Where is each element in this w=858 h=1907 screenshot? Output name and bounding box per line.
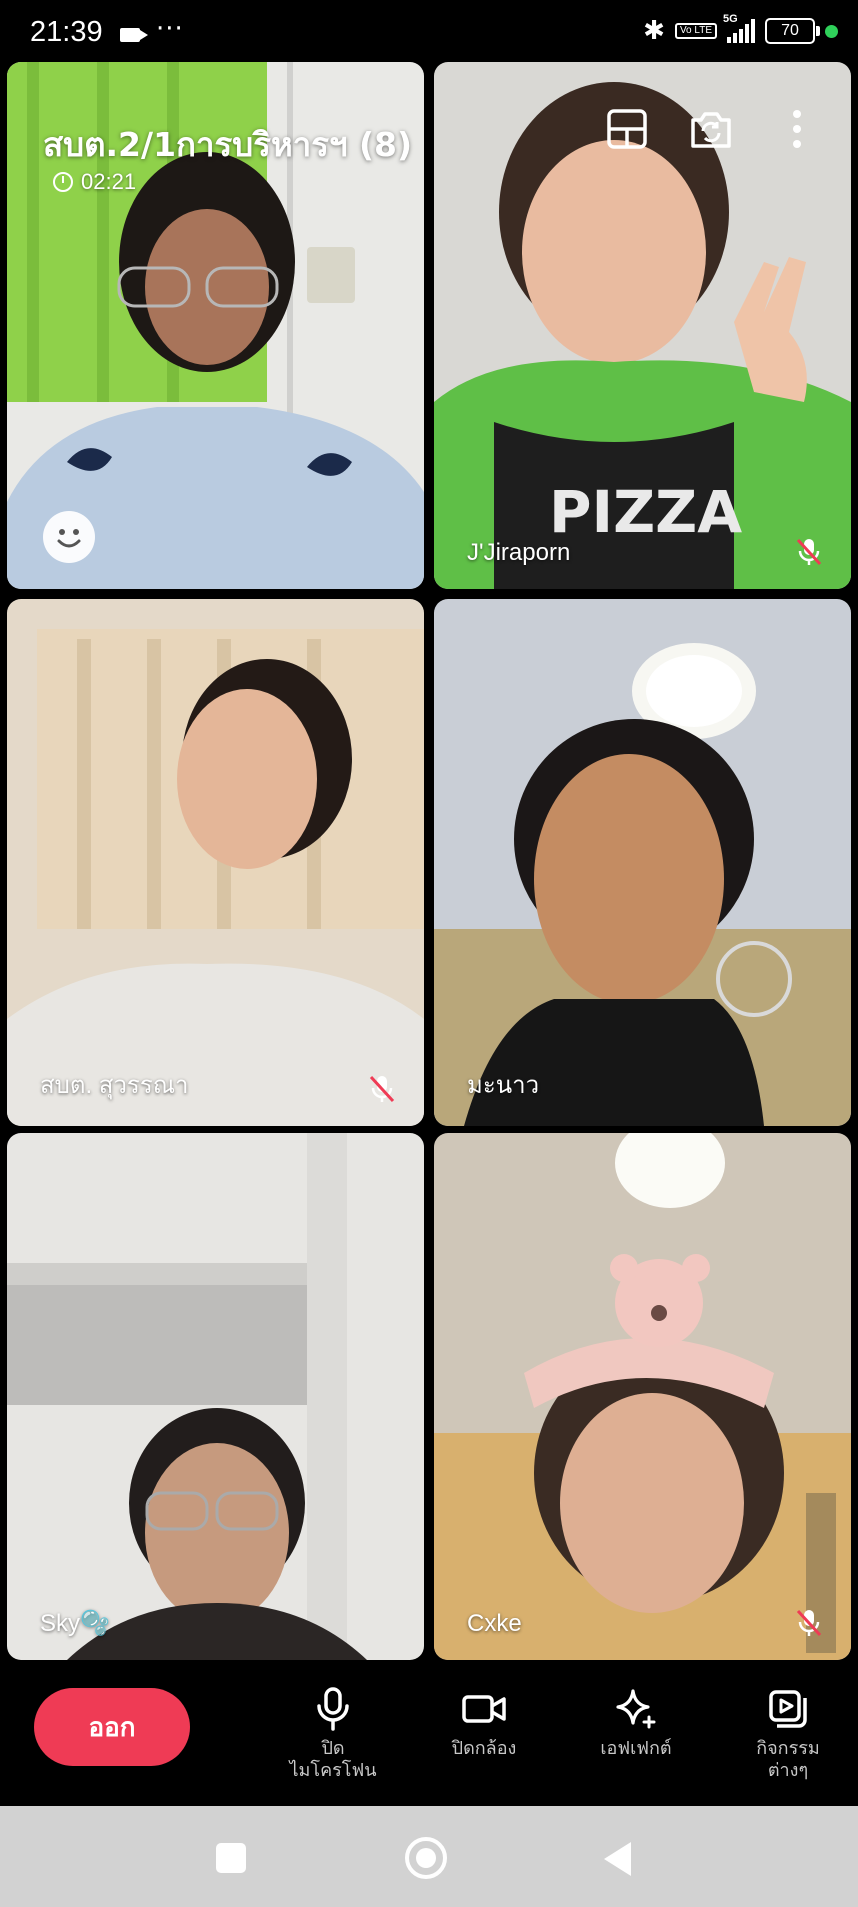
network-type: 5G <box>723 13 738 25</box>
call-duration: 02:21 <box>81 169 137 194</box>
call-timer: 02:21 <box>53 169 136 195</box>
signal-icon: 5G <box>723 13 755 43</box>
clock-icon <box>53 172 73 192</box>
participant-name: Sky🫧 <box>40 1610 110 1637</box>
mic-toggle-button[interactable]: ปิด ไมโครโฟน <box>268 1686 398 1782</box>
system-nav-bar <box>0 1806 858 1907</box>
status-bar: 21:39 ··· ✱ Vo LTE 5G 70 <box>0 0 858 62</box>
smiley-icon <box>57 529 81 548</box>
camera-toggle-button[interactable]: ปิดกล้อง <box>419 1686 549 1760</box>
participant-tile[interactable]: PIZZA J'Jiraporn <box>434 62 851 589</box>
participant-video-feed <box>434 599 851 1126</box>
participant-name: มะนาว <box>467 1072 540 1099</box>
back-button[interactable] <box>604 1842 631 1876</box>
activities-label: กิจกรรม ต่างๆ <box>756 1738 820 1781</box>
room-title: สบต.2/1การบริหารฯ (8) <box>43 125 413 164</box>
participant-tile-self[interactable]: สบต.2/1การบริหารฯ (8) 02:21 <box>7 62 424 589</box>
emoji-reaction-button[interactable] <box>43 511 95 563</box>
volte-icon: Vo LTE <box>674 23 717 39</box>
activities-icon <box>769 1690 807 1728</box>
effects-label: เอฟเฟกต์ <box>600 1738 672 1759</box>
participant-tile[interactable]: Cxke <box>434 1133 851 1660</box>
mic-muted-icon <box>369 1075 395 1103</box>
bluetooth-icon: ✱ <box>643 16 665 46</box>
participant-video-feed <box>7 1133 424 1660</box>
participant-tile[interactable]: สบต. สุวรรณา <box>7 599 424 1126</box>
participant-tile[interactable]: มะนาว <box>434 599 851 1126</box>
effects-button[interactable]: เอฟเฟกต์ <box>571 1686 701 1760</box>
svg-text:PIZZA: PIZZA <box>549 478 742 546</box>
mic-muted-icon <box>796 1609 822 1637</box>
home-button[interactable] <box>405 1837 447 1879</box>
layout-icon[interactable] <box>604 106 650 152</box>
activities-button[interactable]: กิจกรรม ต่างๆ <box>723 1686 853 1782</box>
microphone-icon <box>317 1687 349 1731</box>
participant-name: Cxke <box>467 1610 522 1637</box>
mic-muted-icon <box>796 538 822 566</box>
camera-icon <box>462 1695 506 1723</box>
status-time: 21:39 <box>30 16 103 48</box>
battery-icon: 70 <box>765 18 820 44</box>
participant-tile[interactable]: Sky🫧 <box>7 1133 424 1660</box>
participant-video-feed <box>7 599 424 1126</box>
active-dot-icon <box>825 24 838 38</box>
more-vertical-icon[interactable] <box>782 106 812 152</box>
leave-call-button[interactable]: ออก <box>34 1688 190 1766</box>
participant-name: สบต. สุวรรณา <box>40 1072 189 1099</box>
call-controls: ออก ปิด ไมโครโฟน ปิดกล้อง เอฟเฟกต์ กิจกร… <box>0 1664 858 1806</box>
mic-toggle-label: ปิด ไมโครโฟน <box>289 1738 377 1781</box>
participant-name: J'Jiraporn <box>467 539 571 566</box>
participant-video-feed <box>434 1133 851 1660</box>
camera-toggle-label: ปิดกล้อง <box>451 1738 517 1759</box>
recents-button[interactable] <box>216 1843 246 1873</box>
more-dots-icon: ··· <box>156 14 184 44</box>
sparkle-icon <box>616 1689 656 1729</box>
video-call-icon <box>120 28 148 42</box>
switch-camera-icon[interactable] <box>688 106 734 152</box>
